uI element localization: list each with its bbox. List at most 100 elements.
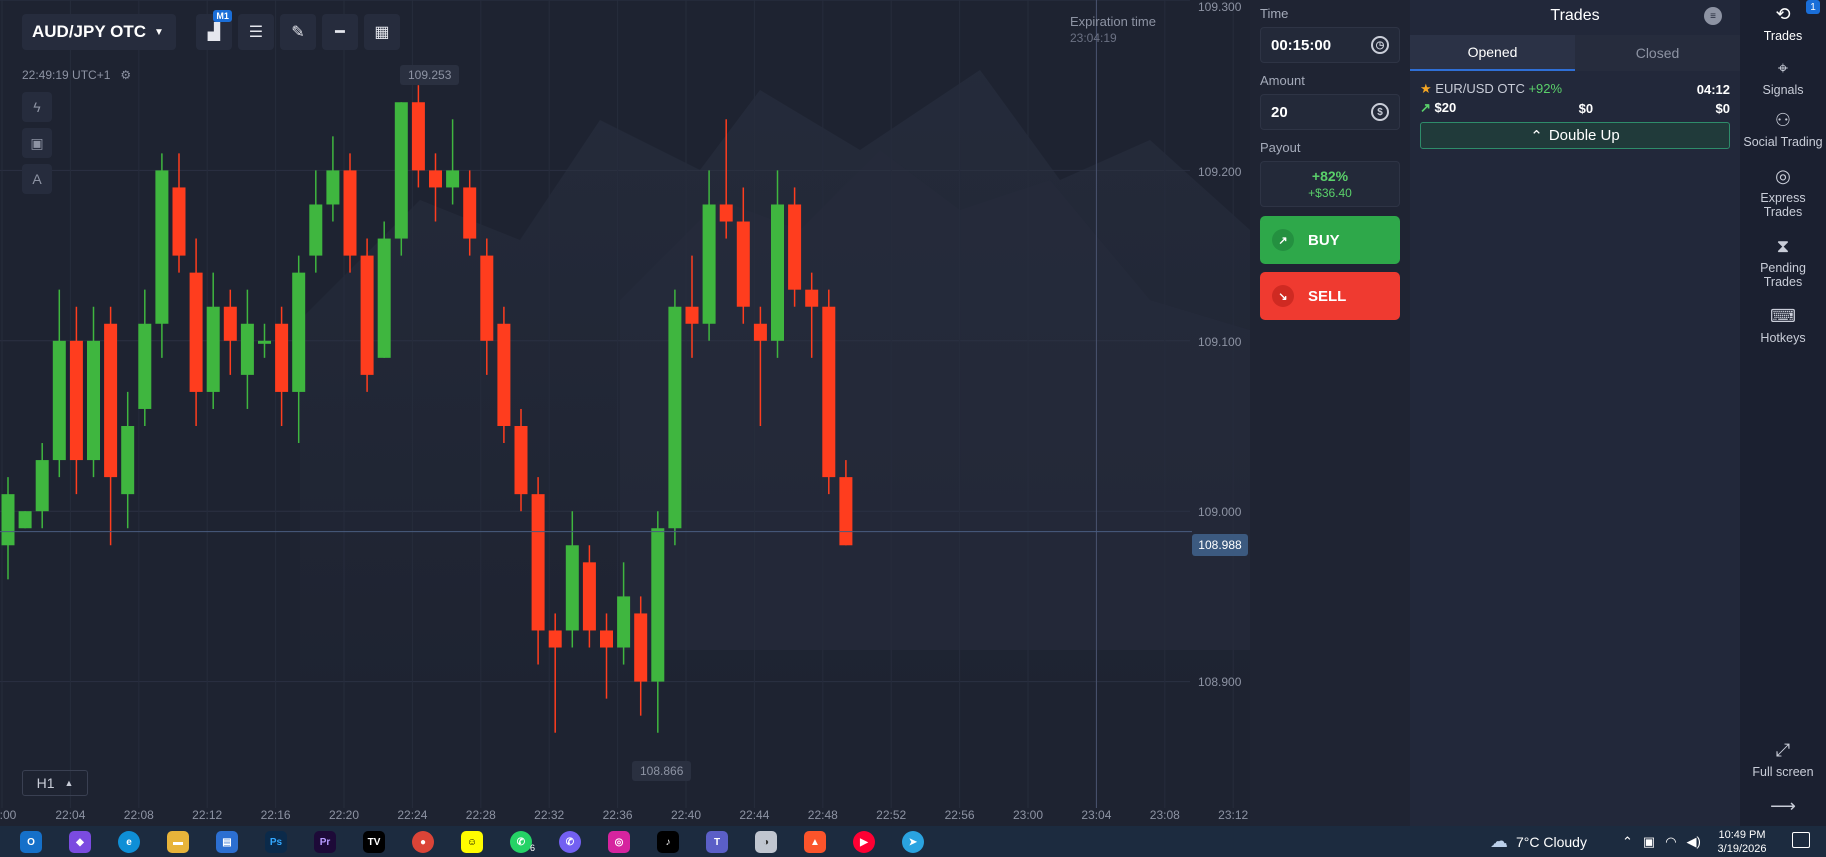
hourglass-icon: ⧗ xyxy=(1776,236,1790,256)
candle-body xyxy=(788,204,802,290)
double-up-button[interactable]: ⌃ Double Up xyxy=(1420,122,1730,149)
letter-a-icon: A xyxy=(32,171,42,187)
dash-icon: ━ xyxy=(335,24,345,41)
price-label: 109.000 xyxy=(1198,505,1242,519)
candle-body xyxy=(394,102,408,239)
outlook-icon[interactable]: O xyxy=(20,831,42,853)
asset-selector[interactable]: AUD/JPY OTC ▼ xyxy=(22,14,176,50)
interval-badge: M1 xyxy=(213,10,232,22)
viber-icon[interactable]: ✆ xyxy=(559,831,581,853)
instagram-icon[interactable]: ◎ xyxy=(608,831,630,853)
notification-icon[interactable] xyxy=(1792,832,1810,848)
edge-icon[interactable]: e xyxy=(118,831,140,853)
nav-label: Social Trading xyxy=(1743,135,1823,149)
time-axis-label: 22:32 xyxy=(534,808,565,822)
os-taskbar: O ◆ e ▬ ▤ Ps Pr TV ● ☺ ✆ 6 ✆ ◎ ♪ T ◑ ▲ ▶… xyxy=(0,826,1826,857)
store-icon[interactable]: ▤ xyxy=(216,831,238,853)
antenna-icon: ⌖ xyxy=(1777,58,1789,78)
time-axis-label: 23:04 xyxy=(1081,808,1112,822)
candle-body xyxy=(753,323,767,341)
price-label: 109.200 xyxy=(1198,165,1242,179)
arrow-down-right-icon: ↘ xyxy=(1272,285,1294,307)
whatsapp-icon[interactable]: ✆ xyxy=(510,831,532,853)
expand-icon: ⤢ xyxy=(1775,740,1791,760)
candle-body xyxy=(668,306,682,529)
tiktok-icon[interactable]: ♪ xyxy=(657,831,679,853)
time-field[interactable]: 00:15:00 ◷ xyxy=(1260,27,1400,63)
brave-icon[interactable]: ▲ xyxy=(804,831,826,853)
telegram-icon[interactable]: ➤ xyxy=(902,831,924,853)
chart-area[interactable]: AUD/JPY OTC ▼ ▟ M1 ☰ ✎ ━ ▦ 22:49:19 UTC+… xyxy=(0,0,1250,826)
candle-body xyxy=(582,562,596,631)
indicators-button[interactable]: ☰ xyxy=(237,14,274,50)
nav-signals[interactable]: ⌖ Signals xyxy=(1740,58,1826,97)
folder-icon[interactable]: ▬ xyxy=(167,831,189,853)
weather-widget[interactable]: ☁ 7°C Cloudy xyxy=(1490,826,1587,857)
nav-full-screen[interactable]: ⤢ Full screen xyxy=(1740,740,1826,779)
tab-opened[interactable]: Opened xyxy=(1410,35,1575,71)
time-axis-label: 22:08 xyxy=(123,808,154,822)
gift-tool[interactable]: ▣ xyxy=(22,128,52,158)
layout-button[interactable]: ▦ xyxy=(363,14,400,50)
chart-toolbar: AUD/JPY OTC ▼ ▟ M1 ☰ ✎ ━ ▦ xyxy=(22,10,400,50)
nav-label: Hotkeys xyxy=(1760,331,1806,345)
star-icon: ★ xyxy=(1420,81,1432,96)
buy-button[interactable]: ↗ BUY xyxy=(1260,216,1400,264)
text-tool[interactable]: A xyxy=(22,164,52,194)
system-tray[interactable]: ⌃ ▣ ◠ ◀) xyxy=(1622,826,1701,857)
network-app-icon[interactable]: ◑ xyxy=(755,831,777,853)
candle-body xyxy=(685,306,699,324)
brush-icon: ✎ xyxy=(291,24,305,41)
candle-body xyxy=(702,204,716,324)
lightning-tool[interactable]: ϟ xyxy=(22,92,52,122)
high-price-label: 109.253 xyxy=(400,65,460,85)
candle-body xyxy=(377,238,391,358)
chrome-icon[interactable]: ● xyxy=(412,831,434,853)
clock-date: 3/19/2026 xyxy=(1717,843,1767,855)
amount-label: Amount xyxy=(1260,73,1305,88)
timeframe-selector[interactable]: H1 ▲ xyxy=(22,770,88,796)
nav-express-trades[interactable]: ◎ Express Trades xyxy=(1740,166,1826,219)
sell-button[interactable]: ↘ SELL xyxy=(1260,272,1400,320)
trade-stake: $20 xyxy=(1434,100,1457,115)
copilot-icon[interactable]: ◆ xyxy=(69,831,91,853)
candle-body xyxy=(531,494,545,631)
candle-body xyxy=(839,477,853,546)
chart-type-button[interactable]: ▟ M1 xyxy=(195,10,232,50)
snapchat-icon[interactable]: ☺ xyxy=(461,831,483,853)
candle-body xyxy=(240,323,254,375)
premiere-icon[interactable]: Pr xyxy=(314,831,336,853)
candle-body xyxy=(497,323,511,426)
youtube-music-icon[interactable]: ▶ xyxy=(853,831,875,853)
nav-social-trading[interactable]: ⚇ Social Trading xyxy=(1740,110,1826,149)
nav-trades[interactable]: ⟲ Trades xyxy=(1740,4,1826,43)
trade-item[interactable]: ★ EUR/USD OTC +92% 04:12 ↗ $20 $0 $0 xyxy=(1410,71,1740,116)
photoshop-icon[interactable]: Ps xyxy=(265,831,287,853)
cloud-icon: ☁ xyxy=(1490,831,1508,851)
right-nav: 1 ⟲ Trades ⌖ Signals ⚇ Social Trading ◎ … xyxy=(1740,0,1826,826)
tab-closed[interactable]: Closed xyxy=(1575,35,1740,71)
nav-hotkeys[interactable]: ⌨ Hotkeys xyxy=(1740,306,1826,345)
teams-icon[interactable]: T xyxy=(706,831,728,853)
sliders-icon: ☰ xyxy=(248,24,264,41)
drawing-button[interactable]: ✎ xyxy=(279,14,316,50)
more-button[interactable]: ━ xyxy=(321,14,358,50)
collapse-arrow[interactable]: ⟶ xyxy=(1740,796,1826,821)
candle-body xyxy=(258,340,271,344)
tradingview-icon[interactable]: TV xyxy=(363,831,385,853)
candle-body xyxy=(35,460,49,512)
caret-up-icon: ▲ xyxy=(64,778,74,788)
time-axis-label: 22:16 xyxy=(260,808,291,822)
gear-icon[interactable]: ⚙ xyxy=(120,68,131,82)
trades-title: Trades xyxy=(1550,7,1600,24)
nav-pending-trades[interactable]: ⧗ Pending Trades xyxy=(1740,236,1826,289)
clock[interactable]: 10:49 PM 3/19/2026 xyxy=(1712,828,1772,856)
lightning-icon: ϟ xyxy=(33,99,41,115)
arrow-right-icon: ⟶ xyxy=(1770,796,1796,816)
time-axis-label: 22:56 xyxy=(944,808,975,822)
list-icon[interactable]: ≡ xyxy=(1704,7,1722,25)
chevron-up-icon: ⌃ xyxy=(1622,833,1633,849)
amount-field[interactable]: 20 $ xyxy=(1260,94,1400,130)
candle-body xyxy=(206,306,220,392)
expiration-value: 23:04:19 xyxy=(1070,31,1117,45)
